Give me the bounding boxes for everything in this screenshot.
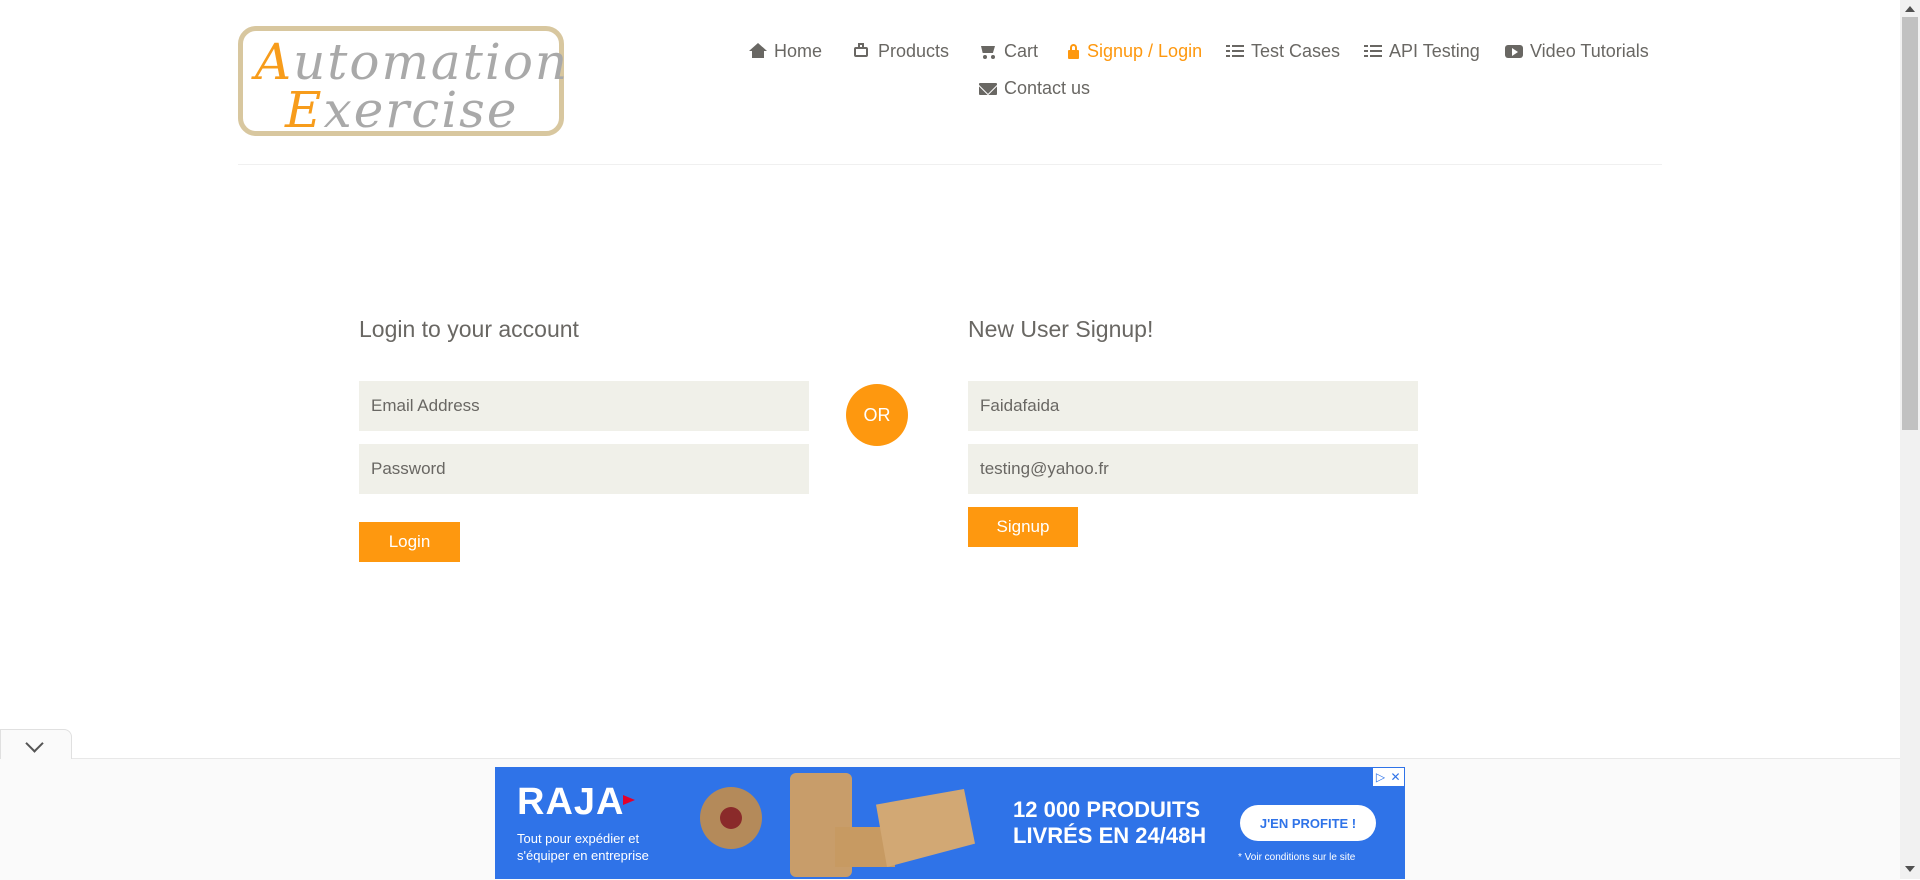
ad-cta-button[interactable]: J'EN PROFITE !	[1240, 805, 1376, 841]
nav-signup-login-label: Signup / Login	[1087, 40, 1203, 61]
header-divider	[238, 164, 1662, 165]
ad-collapse-tab[interactable]	[0, 729, 72, 759]
nav-cart[interactable]: Cart	[979, 38, 1038, 64]
nav-contact-us-label: Contact us	[1004, 77, 1091, 98]
nav-home-label: Home	[774, 40, 823, 61]
site-logo[interactable]: Automation Exercise	[238, 26, 567, 139]
ad-brand: RAJA	[517, 781, 625, 823]
login-password-input[interactable]	[359, 444, 809, 494]
nav-home[interactable]: Home	[749, 38, 822, 64]
ad-controls: ▷ ✕	[1373, 768, 1404, 786]
nav-signup-login[interactable]: Signup / Login	[1068, 38, 1202, 64]
ad-tagline-1: Tout pour expédier et	[517, 831, 640, 846]
login-button[interactable]: Login	[359, 522, 460, 562]
chevron-down-icon	[25, 734, 44, 753]
signup-title: New User Signup!	[968, 316, 1154, 342]
close-icon[interactable]: ✕	[1388, 768, 1403, 786]
nav-products[interactable]: Products	[853, 38, 949, 64]
ad-headline-1: 12 000 PRODUITS	[1013, 797, 1201, 822]
logo-line-2: Exercise	[285, 81, 519, 139]
login-email-input[interactable]	[359, 381, 809, 431]
youtube-play-icon	[1505, 43, 1523, 59]
ad-brand-flag-icon	[623, 795, 635, 805]
adchoices-icon[interactable]: ▷	[1373, 768, 1388, 786]
home-icon	[749, 43, 767, 59]
ad-tape-image	[700, 787, 762, 849]
list-icon	[1364, 43, 1382, 59]
signup-email-input[interactable]	[968, 444, 1418, 494]
cart-icon	[979, 43, 997, 59]
nav-api-testing[interactable]: API Testing	[1364, 38, 1480, 64]
or-badge: OR	[846, 384, 908, 446]
scrollbar-thumb[interactable]	[1902, 17, 1918, 430]
ad-conditions: * Voir conditions sur le site	[1238, 852, 1356, 863]
ad-tagline-2: s'équiper en entreprise	[517, 848, 649, 863]
scroll-up-arrow-icon[interactable]	[1905, 6, 1915, 12]
ad-headline-2: LIVRÉS EN 24/48H	[1013, 823, 1207, 848]
lock-icon	[1068, 43, 1080, 59]
nav-video-tutorials[interactable]: Video Tutorials	[1505, 38, 1649, 64]
scroll-down-arrow-icon[interactable]	[1905, 866, 1915, 872]
nav-video-tutorials-label: Video Tutorials	[1530, 40, 1649, 61]
ad-banner[interactable]: RAJA Tout pour expédier et s'équiper en …	[495, 767, 1405, 879]
nav-test-cases-label: Test Cases	[1251, 40, 1341, 61]
nav-cart-label: Cart	[1004, 40, 1039, 61]
envelope-icon	[979, 80, 997, 96]
nav-products-label: Products	[878, 40, 950, 61]
nav-api-testing-label: API Testing	[1389, 40, 1480, 61]
nav-test-cases[interactable]: Test Cases	[1226, 38, 1340, 64]
signup-name-input[interactable]	[968, 381, 1418, 431]
briefcase-icon	[853, 43, 871, 59]
list-icon	[1226, 43, 1244, 59]
nav-contact-us[interactable]: Contact us	[979, 75, 1090, 101]
login-title: Login to your account	[359, 316, 579, 342]
signup-button[interactable]: Signup	[968, 507, 1078, 547]
